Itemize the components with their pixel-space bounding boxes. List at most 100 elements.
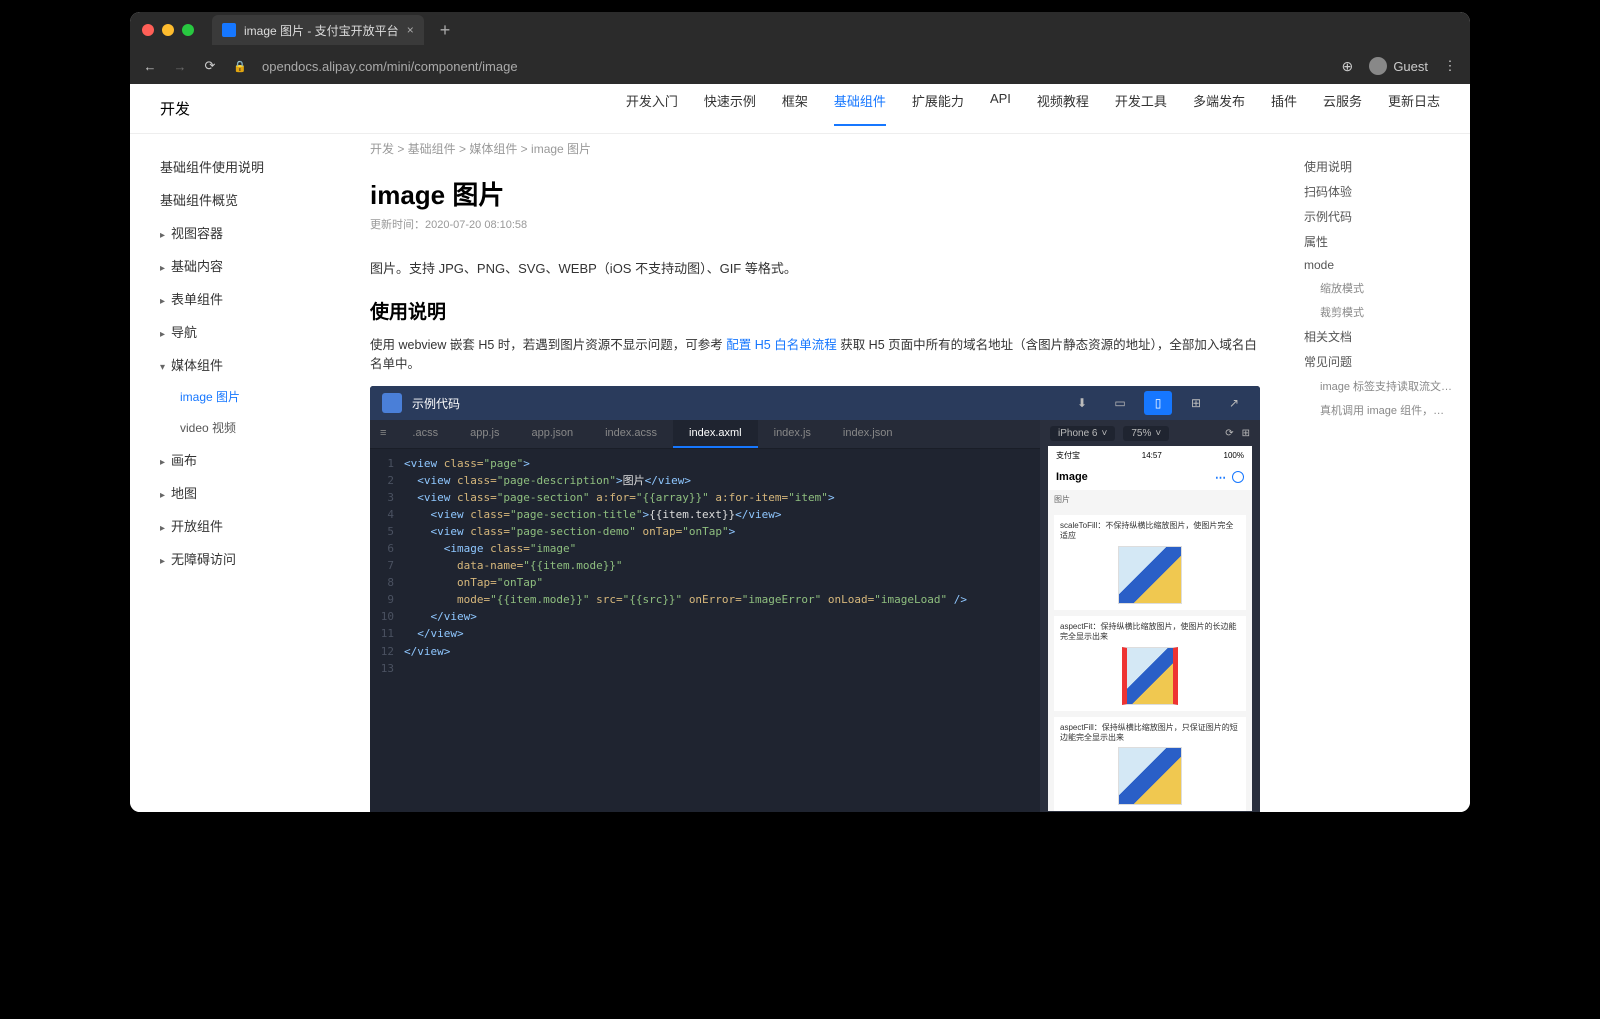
- editor-tab[interactable]: .acss: [396, 420, 454, 448]
- editor-tab[interactable]: index.acss: [589, 420, 673, 448]
- forward-icon[interactable]: →: [172, 58, 188, 74]
- editor-tab[interactable]: index.json: [827, 420, 909, 448]
- nav-item[interactable]: 快速示例: [704, 91, 756, 126]
- brand[interactable]: 开发: [160, 98, 190, 119]
- guest-label: Guest: [1393, 59, 1428, 74]
- url-text[interactable]: opendocs.alipay.com/mini/component/image: [262, 59, 1325, 74]
- nav-item[interactable]: 云服务: [1323, 91, 1362, 126]
- chevron-down-icon: ˅: [1101, 428, 1107, 439]
- sidebar-item[interactable]: 基础组件概览: [130, 183, 340, 216]
- avatar-icon: [1369, 57, 1387, 75]
- preview-image: [1118, 546, 1182, 604]
- grid-icon[interactable]: ⊞: [1242, 428, 1250, 439]
- toc-item[interactable]: 属性: [1304, 229, 1456, 254]
- nav-item[interactable]: 框架: [782, 91, 808, 126]
- sidebar-group[interactable]: 无障碍访问: [130, 542, 340, 575]
- sidebar-group[interactable]: 画布: [130, 443, 340, 476]
- qr-icon[interactable]: ⊞: [1182, 391, 1210, 415]
- close-preview-icon[interactable]: [1232, 471, 1244, 483]
- favicon-icon: [222, 23, 236, 37]
- code-editor[interactable]: 1<view class="page"> 2 <view class="page…: [370, 449, 1040, 683]
- device-select[interactable]: iPhone 6˅: [1050, 426, 1115, 441]
- toc-subitem[interactable]: image 标签支持读取流文…: [1304, 374, 1456, 398]
- ide-logo-icon: [382, 393, 402, 413]
- nav-item[interactable]: API: [990, 91, 1011, 126]
- breadcrumb: 开发 > 基础组件 > 媒体组件 > image 图片: [370, 134, 1260, 163]
- page-title: image 图片: [370, 175, 1260, 212]
- battery-label: 100%: [1224, 451, 1244, 460]
- more-icon[interactable]: ⋯: [1215, 471, 1226, 484]
- toc-subitem[interactable]: 缩放模式: [1304, 276, 1456, 300]
- whitelist-link[interactable]: 配置 H5 白名单流程: [726, 338, 836, 352]
- mode-desc: aspectFit：保持纵横比缩放图片，使图片的长边能完全显示出来: [1060, 622, 1240, 643]
- browser-toolbar: ← → ⟳ 🔒 opendocs.alipay.com/mini/compone…: [130, 48, 1470, 84]
- lock-icon: 🔒: [232, 58, 248, 74]
- nav-item[interactable]: 扩展能力: [912, 91, 964, 126]
- toc-item[interactable]: 扫码体验: [1304, 179, 1456, 204]
- code-playground: 示例代码 ⬇ ▭ ▯ ⊞ ↗ ≡ .acss app.js: [370, 386, 1260, 812]
- close-tab-icon[interactable]: ×: [407, 23, 414, 37]
- nav-item[interactable]: 开发工具: [1115, 91, 1167, 126]
- refresh-icon[interactable]: ⟳: [1225, 428, 1233, 439]
- share-icon[interactable]: ↗: [1220, 391, 1248, 415]
- toc-subitem[interactable]: 真机调用 image 组件，…: [1304, 398, 1456, 422]
- editor-tab[interactable]: app.json: [515, 420, 589, 448]
- browser-tab[interactable]: image 图片 - 支付宝开放平台 ×: [212, 15, 424, 45]
- nav-item[interactable]: 视频教程: [1037, 91, 1089, 126]
- back-icon[interactable]: ←: [142, 58, 158, 74]
- minimize-window-icon[interactable]: [162, 24, 174, 36]
- page-meta: 更新时间：2020-07-20 08:10:58: [370, 216, 1260, 232]
- search-icon[interactable]: ⊕: [1339, 58, 1355, 74]
- editor-tab[interactable]: index.js: [758, 420, 827, 448]
- nav-item[interactable]: 插件: [1271, 91, 1297, 126]
- preview-section-label: 图片: [1054, 494, 1246, 505]
- sidebar: 基础组件使用说明 基础组件概览 视图容器 基础内容 表单组件 导航 媒体组件 i…: [130, 134, 340, 812]
- new-tab-button[interactable]: +: [440, 20, 451, 41]
- sidebar-group[interactable]: 表单组件: [130, 282, 340, 315]
- toc-item[interactable]: 使用说明: [1304, 154, 1456, 179]
- sidebar-group[interactable]: 导航: [130, 315, 340, 348]
- download-icon[interactable]: ⬇: [1068, 391, 1096, 415]
- sidebar-item-video[interactable]: video 视频: [130, 412, 340, 443]
- sidebar-group-media[interactable]: 媒体组件: [130, 348, 340, 381]
- nav-item[interactable]: 多端发布: [1193, 91, 1245, 126]
- editor-tab-active[interactable]: index.axml: [673, 420, 758, 448]
- tablet-icon[interactable]: ▭: [1106, 391, 1134, 415]
- toc-item[interactable]: 相关文档: [1304, 324, 1456, 349]
- nav-item[interactable]: 开发入门: [626, 91, 678, 126]
- reload-icon[interactable]: ⟳: [202, 58, 218, 74]
- guest-profile[interactable]: Guest: [1369, 57, 1428, 75]
- close-window-icon[interactable]: [142, 24, 154, 36]
- table-of-contents: 使用说明 扫码体验 示例代码 属性 mode 缩放模式 裁剪模式 相关文档 常见…: [1290, 134, 1470, 812]
- sidebar-group[interactable]: 视图容器: [130, 216, 340, 249]
- preview-image: [1122, 647, 1178, 705]
- sidebar-group[interactable]: 基础内容: [130, 249, 340, 282]
- time-label: 14:57: [1142, 451, 1162, 460]
- sidebar-group[interactable]: 地图: [130, 476, 340, 509]
- section-heading: 使用说明: [370, 297, 1260, 324]
- simulator-panel: iPhone 6˅ 75%˅ ⟳ ⊞ 支付宝 14:57 100% Image ⋯ 图…: [1040, 420, 1260, 812]
- toc-item[interactable]: 示例代码: [1304, 204, 1456, 229]
- editor-menu-icon[interactable]: ≡: [370, 420, 396, 448]
- sidebar-item-image[interactable]: image 图片: [130, 381, 340, 412]
- editor-tab[interactable]: app.js: [454, 420, 515, 448]
- tab-title: image 图片 - 支付宝开放平台: [244, 22, 399, 39]
- zoom-select[interactable]: 75%˅: [1123, 426, 1169, 441]
- sidebar-group[interactable]: 开放组件: [130, 509, 340, 542]
- nav-item-active[interactable]: 基础组件: [834, 91, 886, 126]
- toc-item[interactable]: mode: [1304, 254, 1456, 276]
- menu-icon[interactable]: ⋮: [1442, 58, 1458, 74]
- page-desc: 图片。支持 JPG、PNG、SVG、WEBP（iOS 不支持动图）、GIF 等格…: [370, 258, 1260, 277]
- sidebar-item[interactable]: 基础组件使用说明: [130, 150, 340, 183]
- maximize-window-icon[interactable]: [182, 24, 194, 36]
- paragraph: 使用 webview 嵌套 H5 时，若遇到图片资源不显示问题，可参考 配置 H…: [370, 334, 1260, 372]
- ide-title: 示例代码: [412, 395, 460, 412]
- chevron-down-icon: ˅: [1155, 428, 1161, 439]
- toc-subitem[interactable]: 裁剪模式: [1304, 300, 1456, 324]
- preview-header: Image: [1056, 471, 1088, 483]
- carrier-label: 支付宝: [1056, 450, 1080, 461]
- phone-icon[interactable]: ▯: [1144, 391, 1172, 415]
- nav-item[interactable]: 更新日志: [1388, 91, 1440, 126]
- toc-item[interactable]: 常见问题: [1304, 349, 1456, 374]
- mode-desc: scaleToFill：不保持纵横比缩放图片，使图片完全适应: [1060, 521, 1240, 542]
